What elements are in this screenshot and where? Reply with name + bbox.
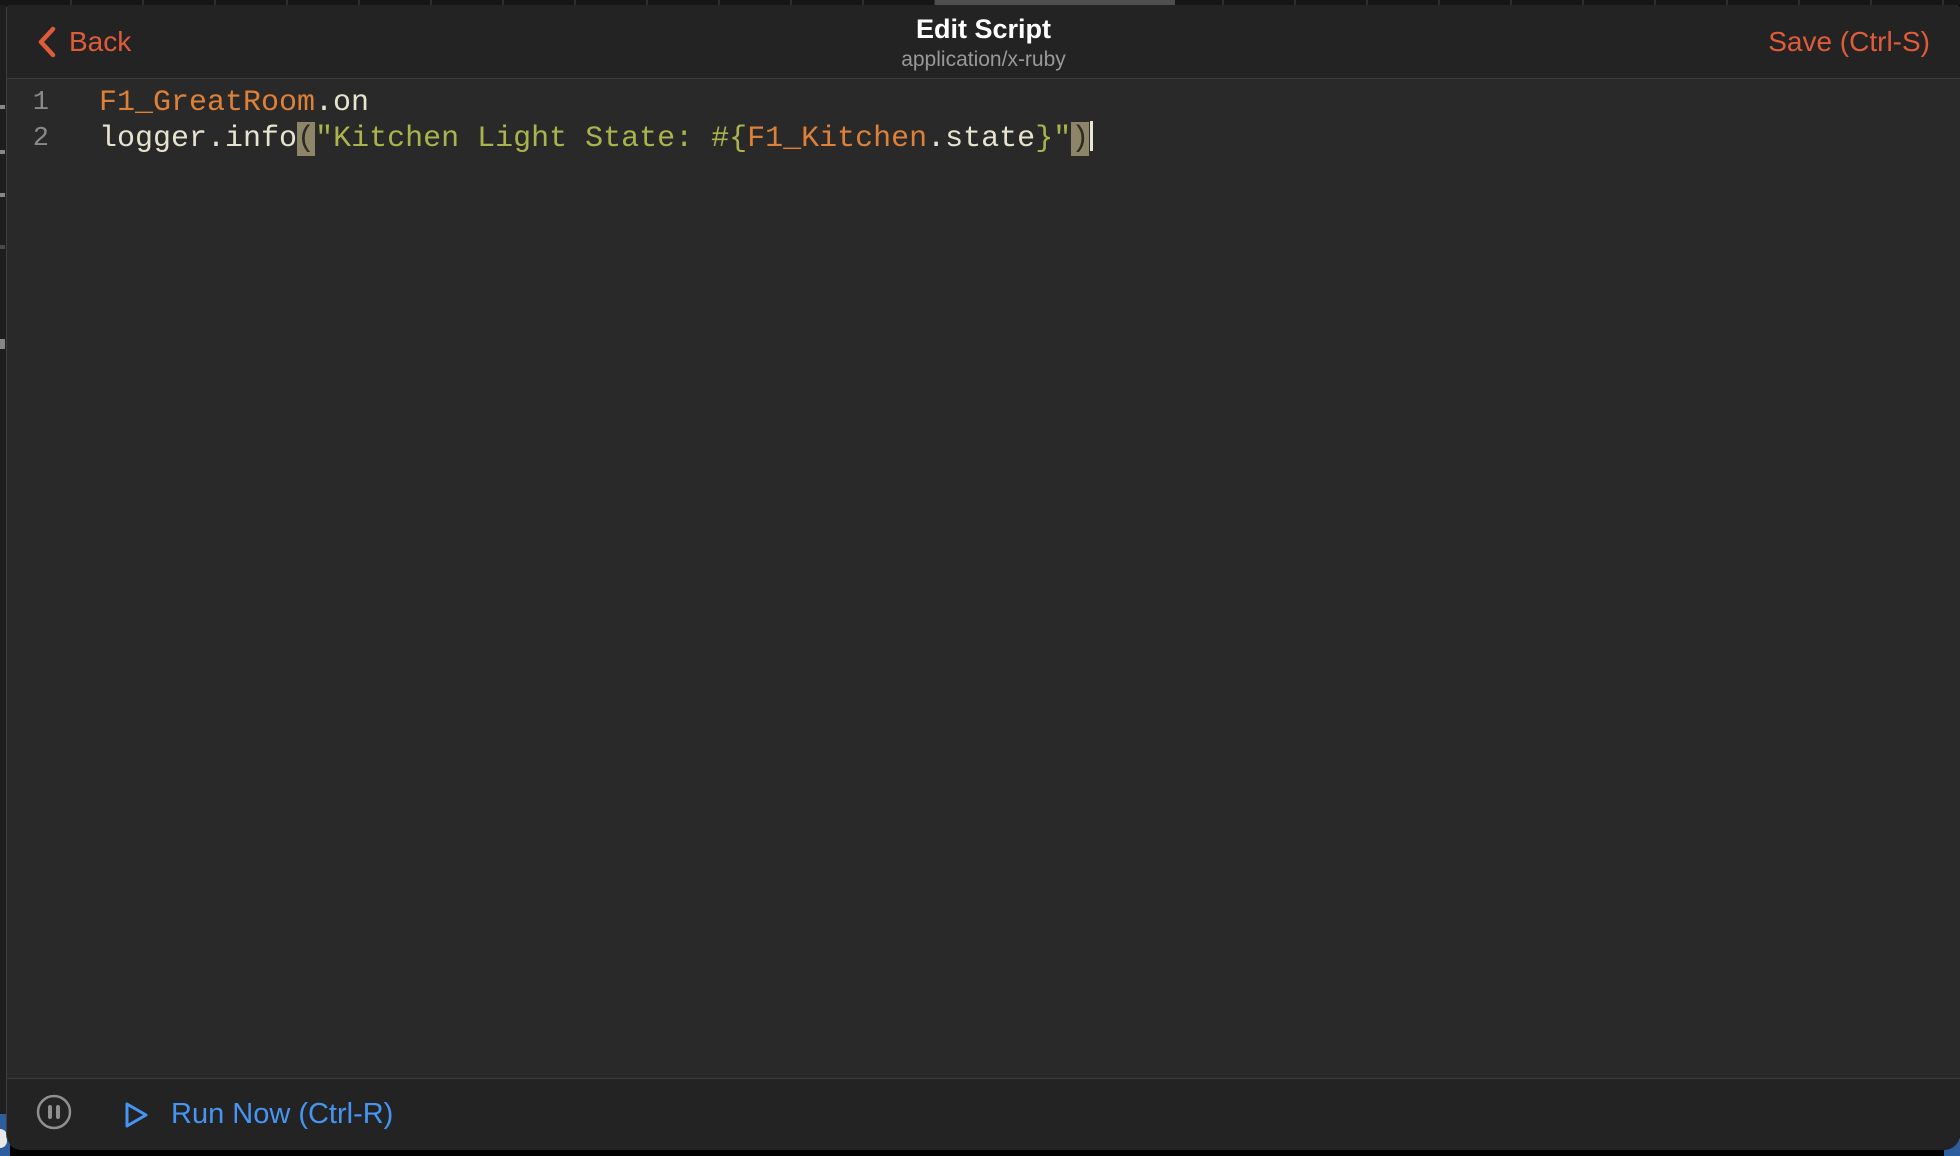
- clipped-text-fragment: [0, 245, 5, 249]
- text-cursor: [1090, 121, 1093, 151]
- matched-bracket-open: (: [297, 122, 315, 156]
- navbar-title-block: Edit Script application/x-ruby: [901, 14, 1066, 72]
- run-now-button[interactable]: Run Now (Ctrl-R): [123, 1098, 393, 1131]
- modal-navbar: Back Edit Script application/x-ruby Save…: [7, 5, 1960, 79]
- code-token-string: }": [1035, 122, 1071, 156]
- line-number: 1: [7, 85, 49, 121]
- page-title: Edit Script: [901, 14, 1066, 45]
- edit-script-modal: Back Edit Script application/x-ruby Save…: [6, 5, 1960, 1150]
- matched-bracket-close: ): [1071, 122, 1089, 156]
- code-token-plain: .state: [927, 122, 1035, 156]
- pause-circle-icon: [35, 1093, 73, 1136]
- run-now-label: Run Now (Ctrl-R): [171, 1098, 393, 1131]
- chevron-left-icon: [37, 26, 57, 58]
- script-mime-type: application/x-ruby: [901, 48, 1066, 72]
- play-outline-icon: [123, 1100, 149, 1130]
- code-token-constant: F1_GreatRoom: [99, 86, 315, 120]
- back-button-label: Back: [69, 26, 131, 58]
- pause-button[interactable]: [35, 1093, 73, 1136]
- code-token-plain: .on: [315, 86, 369, 120]
- code-line-2[interactable]: 2 logger.info("Kitchen Light State: #{F1…: [7, 121, 1960, 157]
- code-line-content: logger.info("Kitchen Light State: #{F1_K…: [49, 121, 1093, 157]
- clipped-text-fragment: [0, 105, 5, 109]
- code-line-content: F1_GreatRoom.on: [49, 85, 369, 121]
- clipped-text-fragment: [0, 339, 5, 349]
- code-line-1[interactable]: 1 F1_GreatRoom.on: [7, 85, 1960, 121]
- code-token-string: "Kitchen Light State: #{: [315, 122, 747, 156]
- save-button[interactable]: Save (Ctrl-S): [1768, 26, 1930, 58]
- line-number: 2: [7, 121, 49, 157]
- code-token-constant: F1_Kitchen: [747, 122, 927, 156]
- code-token-plain: logger.info: [99, 122, 297, 156]
- clipped-text-fragment: [0, 193, 5, 197]
- clipped-text-fragment: [0, 150, 5, 154]
- back-button[interactable]: Back: [37, 26, 131, 58]
- code-editor[interactable]: 1 F1_GreatRoom.on 2 logger.info("Kitchen…: [7, 79, 1960, 1078]
- modal-toolbar: Run Now (Ctrl-R): [7, 1078, 1960, 1150]
